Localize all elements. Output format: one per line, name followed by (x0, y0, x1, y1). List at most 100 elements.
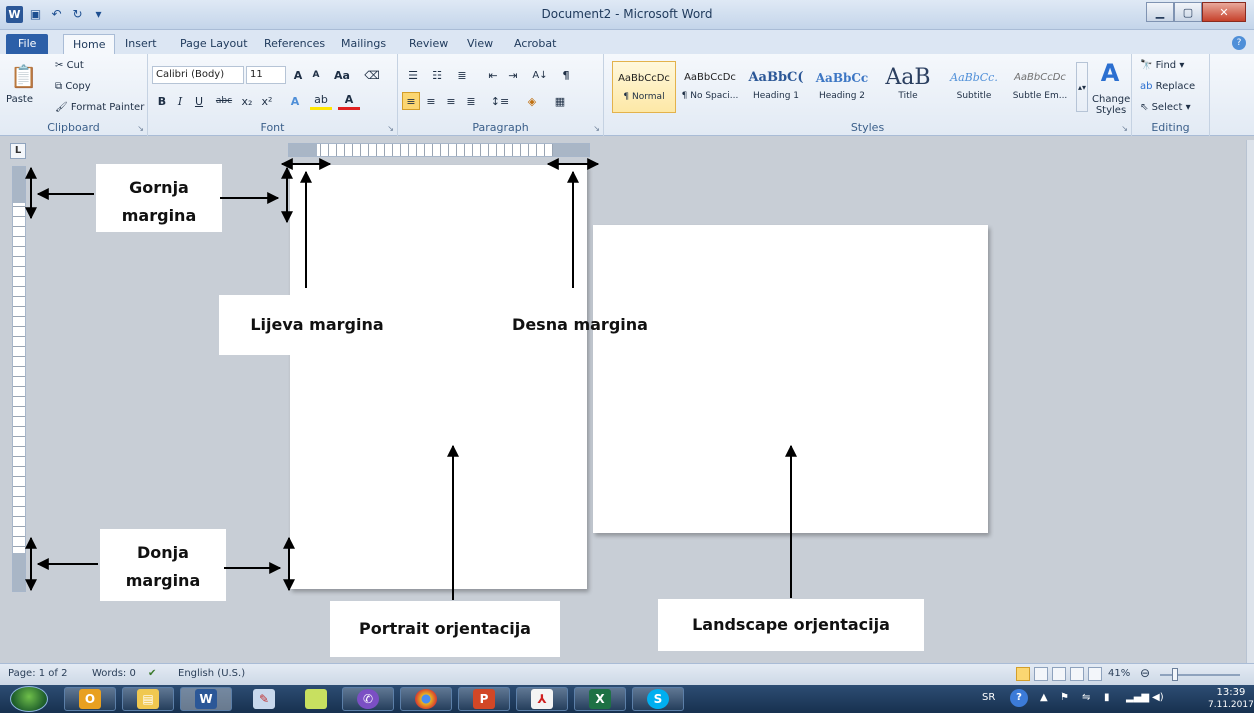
taskbar-explorer[interactable]: ▤ (122, 687, 174, 711)
style-no-spacing[interactable]: AaBbCcDc ¶ No Spaci... (678, 61, 742, 113)
tab-acrobat[interactable]: Acrobat (505, 34, 565, 54)
taskbar-powerpoint[interactable]: P (458, 687, 510, 711)
taskbar-viber[interactable]: ✆ (342, 687, 394, 711)
style-subtle-emphasis[interactable]: AaBbCcDc Subtle Em... (1008, 61, 1072, 113)
align-center-icon[interactable]: ≡ (422, 92, 440, 110)
print-layout-view-button[interactable] (1016, 667, 1030, 681)
zoom-level[interactable]: 41% (1108, 668, 1130, 679)
proofing-icon[interactable]: ✔ (148, 668, 156, 679)
taskbar-sticky-notes[interactable] (290, 687, 342, 711)
style-heading-2[interactable]: AaBbCc Heading 2 (810, 61, 874, 113)
zoom-out-icon[interactable]: ⊖ (1140, 666, 1150, 680)
show-formatting-button[interactable]: ¶ (556, 66, 576, 84)
tab-mailings[interactable]: Mailings (332, 34, 395, 54)
tab-insert[interactable]: Insert (116, 34, 166, 54)
bold-button[interactable]: B (154, 92, 170, 110)
numbering-icon[interactable]: ☷ (426, 66, 448, 84)
change-styles-icon[interactable]: A (1092, 58, 1128, 88)
portrait-page[interactable] (290, 165, 587, 589)
shading-icon[interactable]: ◈ (520, 92, 544, 110)
horizontal-ruler[interactable] (288, 143, 590, 157)
close-button[interactable]: ✕ (1202, 2, 1246, 22)
clock[interactable]: 13:39 7.11.2017 (1208, 687, 1254, 711)
increase-indent-icon[interactable]: ⇥ (504, 66, 522, 84)
zoom-slider-thumb[interactable] (1172, 668, 1178, 681)
font-size-select[interactable]: 11 (246, 66, 286, 84)
tab-page-layout[interactable]: Page Layout (171, 34, 257, 54)
page-count[interactable]: Page: 1 of 2 (8, 668, 67, 679)
taskbar-paint[interactable]: ✎ (238, 687, 290, 711)
battery-icon[interactable]: ▮ (1104, 692, 1110, 703)
tab-selector[interactable]: L (10, 143, 26, 159)
decrease-indent-icon[interactable]: ⇤ (484, 66, 502, 84)
help-icon[interactable]: ? (1232, 36, 1246, 50)
paste-button[interactable]: Paste (6, 94, 33, 105)
change-styles-button[interactable]: Change Styles (1092, 94, 1130, 116)
change-case-button[interactable]: Aa (328, 66, 356, 84)
multilevel-list-icon[interactable]: ≣ (450, 66, 474, 84)
full-screen-view-button[interactable] (1034, 667, 1048, 681)
justify-icon[interactable]: ≣ (462, 92, 480, 110)
style-title[interactable]: AaB Title (876, 61, 940, 113)
help-tray-icon[interactable]: ? (1010, 689, 1028, 707)
paste-icon[interactable]: 📋 (10, 60, 38, 94)
strikethrough-button[interactable]: abc (212, 92, 236, 110)
vertical-ruler[interactable] (12, 166, 26, 592)
maximize-button[interactable]: ▢ (1174, 2, 1202, 22)
find-button[interactable]: 🔭 Find ▾ (1140, 60, 1184, 71)
flag-icon[interactable]: ⚑ (1060, 692, 1069, 703)
dialog-launcher-icon[interactable]: ↘ (137, 124, 144, 133)
subscript-button[interactable]: x₂ (238, 92, 256, 110)
bullets-icon[interactable]: ☰ (402, 66, 424, 84)
volume-icon[interactable]: ◀) (1152, 692, 1164, 703)
language-indicator[interactable]: English (U.S.) (178, 668, 245, 679)
cut-button[interactable]: ✂ Cut (55, 60, 84, 71)
styles-launcher-icon[interactable]: ↘ (1121, 124, 1128, 133)
select-button[interactable]: ⇖ Select ▾ (1140, 102, 1191, 113)
taskbar-excel[interactable]: X (574, 687, 626, 711)
taskbar-acrobat[interactable]: ⅄ (516, 687, 568, 711)
style-subtitle[interactable]: AaBbCc. Subtitle (942, 61, 1006, 113)
taskbar-outlook[interactable]: O (64, 687, 116, 711)
tab-review[interactable]: Review (400, 34, 457, 54)
word-count[interactable]: Words: 0 (92, 668, 136, 679)
draft-view-button[interactable] (1088, 667, 1102, 681)
grow-font-button[interactable]: A (290, 66, 306, 84)
copy-button[interactable]: ⧉ Copy (55, 81, 91, 92)
format-painter-button[interactable]: 🖌 Format Painter (55, 102, 144, 113)
vertical-scrollbar[interactable] (1246, 140, 1254, 663)
web-layout-view-button[interactable] (1052, 667, 1066, 681)
style-normal[interactable]: AaBbCcDc ¶ Normal (612, 61, 676, 113)
usb-icon[interactable]: ⇋ (1082, 692, 1090, 703)
minimize-button[interactable]: ▁ (1146, 2, 1174, 22)
taskbar-skype[interactable]: S (632, 687, 684, 711)
paragraph-launcher-icon[interactable]: ↘ (593, 124, 600, 133)
line-spacing-icon[interactable]: ↕≡ (488, 92, 512, 110)
sort-button[interactable]: A↓ (530, 66, 550, 84)
network-icon[interactable]: ▂▄▆ (1126, 692, 1149, 703)
replace-button[interactable]: ab Replace (1140, 81, 1195, 92)
clear-format-icon[interactable]: ⌫ (362, 66, 382, 84)
start-button[interactable] (10, 686, 48, 712)
outline-view-button[interactable] (1070, 667, 1084, 681)
tab-file[interactable]: File (6, 34, 49, 54)
superscript-button[interactable]: x² (258, 92, 276, 110)
show-hidden-icons[interactable]: ▲ (1040, 692, 1048, 703)
tab-view[interactable]: View (458, 34, 502, 54)
taskbar-word[interactable]: W (180, 687, 232, 711)
font-launcher-icon[interactable]: ↘ (387, 124, 394, 133)
italic-button[interactable]: I (172, 92, 188, 110)
tab-home[interactable]: Home (63, 34, 116, 54)
style-heading-1[interactable]: AaBbC( Heading 1 (744, 61, 808, 113)
taskbar-chrome[interactable] (400, 687, 452, 711)
font-name-select[interactable]: Calibri (Body) (152, 66, 244, 84)
landscape-page[interactable] (593, 225, 988, 533)
align-right-icon[interactable]: ≡ (442, 92, 460, 110)
underline-button[interactable]: U (190, 92, 208, 110)
tab-references[interactable]: References (255, 34, 334, 54)
align-left-icon[interactable]: ≡ (402, 92, 420, 110)
highlight-icon[interactable]: ab (310, 92, 332, 110)
styles-scroll-icon[interactable]: ▴▾ (1076, 62, 1088, 112)
shrink-font-button[interactable]: A (308, 66, 324, 84)
borders-icon[interactable]: ▦ (548, 92, 572, 110)
